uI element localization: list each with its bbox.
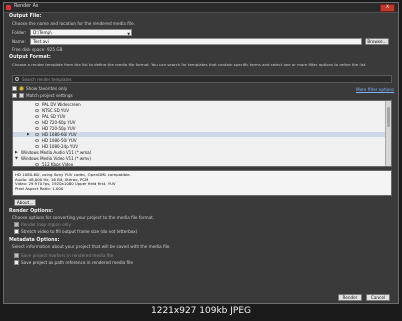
save-path-checkbox[interactable] bbox=[14, 260, 19, 265]
show-favorites-checkbox[interactable] bbox=[12, 86, 17, 91]
chevron-down-icon: ▼ bbox=[127, 32, 130, 36]
image-caption-bar: 1221x927 109kb JPEG bbox=[0, 304, 402, 321]
close-button[interactable]: X bbox=[380, 4, 395, 12]
favorite-star-icon[interactable] bbox=[35, 114, 39, 119]
template-row[interactable]: HD 1080-24p YUV bbox=[13, 144, 391, 149]
template-row[interactable]: HD 720-50p YUV bbox=[13, 126, 391, 131]
browse-button[interactable]: Browse... bbox=[365, 38, 389, 45]
favorite-star-icon[interactable] bbox=[35, 162, 39, 166]
search-icon bbox=[15, 77, 19, 81]
screenshot-frame: Render As X Output File: Choose the name… bbox=[0, 0, 402, 321]
favorite-star-icon[interactable] bbox=[35, 120, 39, 125]
output-format-heading: Output Format: bbox=[9, 55, 51, 60]
output-format-description: Choose a render template from the list t… bbox=[12, 62, 367, 67]
free-disk-space: Free disk space: 925 GB bbox=[12, 47, 63, 52]
metadata-options-description: Select information about your project th… bbox=[12, 244, 171, 249]
favorite-star-icon[interactable] bbox=[35, 144, 39, 149]
more-filter-options-link[interactable]: More filter options bbox=[356, 87, 394, 92]
template-list-scrollbar[interactable] bbox=[385, 101, 391, 166]
template-row-selected[interactable]: ▶ HD 1080-60i YUV bbox=[13, 132, 391, 137]
folder-value: D:\Temp\ bbox=[33, 30, 52, 35]
favorite-star-icon[interactable] bbox=[35, 138, 39, 143]
template-row[interactable]: PAL DV Widescreen bbox=[13, 102, 391, 107]
stretch-video-label: Stretch video to fill output frame size … bbox=[21, 229, 138, 234]
template-row[interactable]: PAL SD YUV bbox=[13, 114, 391, 119]
render-button[interactable]: Render bbox=[338, 294, 362, 301]
template-row[interactable]: HD 720-60p YUV bbox=[13, 120, 391, 125]
output-file-heading: Output File: bbox=[9, 14, 42, 19]
template-row[interactable]: NTSC SD YUV bbox=[13, 108, 391, 113]
template-group-row[interactable]: ▼ Windows Media Video V11 (*.wmv) bbox=[13, 156, 391, 161]
favorite-star-icon bbox=[19, 86, 24, 91]
template-row[interactable]: HD 1080-50i YUV bbox=[13, 138, 391, 143]
output-file-description: Choose the name and location for the ren… bbox=[12, 21, 136, 26]
image-caption: 1221x927 109kb JPEG bbox=[151, 306, 251, 316]
template-list[interactable]: PAL DV Widescreen NTSC SD YUV PAL SD YUV… bbox=[12, 100, 392, 167]
window-title: Render As bbox=[14, 4, 39, 9]
title-bar: Render As X bbox=[4, 3, 398, 13]
about-button[interactable]: About... bbox=[14, 199, 36, 206]
name-label: Name: bbox=[12, 39, 26, 44]
expand-arrow-icon[interactable]: ▶ bbox=[15, 150, 18, 155]
stretch-video-checkbox[interactable] bbox=[14, 229, 19, 234]
favorite-star-icon[interactable] bbox=[35, 108, 39, 113]
info-line: Pixel Aspect Ratio: 1.000 bbox=[15, 185, 64, 191]
template-group-row[interactable]: ▶ Windows Media Audio V11 (*.wma) bbox=[13, 150, 391, 155]
file-name-input[interactable]: Test.avi bbox=[30, 38, 362, 45]
favorite-star-icon[interactable] bbox=[35, 102, 39, 107]
collapse-arrow-icon[interactable]: ▼ bbox=[15, 156, 18, 161]
cancel-button[interactable]: Cancel bbox=[366, 294, 390, 301]
project-settings-icon bbox=[19, 93, 24, 98]
show-favorites-label: Show favorites only bbox=[26, 86, 68, 91]
search-placeholder: Search render templates bbox=[22, 76, 72, 82]
template-row[interactable]: 512 Kbps Video bbox=[13, 162, 391, 166]
folder-label: Folder: bbox=[12, 30, 27, 35]
folder-combo[interactable]: D:\Temp\ ▼ bbox=[30, 29, 132, 36]
loop-region-checkbox[interactable] bbox=[14, 222, 19, 227]
save-markers-label: Save project markers in rendered media f… bbox=[21, 253, 114, 258]
save-markers-checkbox[interactable] bbox=[14, 253, 19, 258]
favorite-star-icon[interactable] bbox=[35, 132, 39, 137]
save-path-label: Save project as path reference in render… bbox=[21, 260, 133, 265]
selected-arrow-icon: ▶ bbox=[27, 132, 30, 136]
match-project-checkbox[interactable] bbox=[12, 93, 17, 98]
template-info-panel: HD 1080-60i, using Sony YUV codec, OpenD… bbox=[12, 170, 392, 196]
app-icon bbox=[6, 5, 11, 10]
match-project-label: Match project settings bbox=[26, 93, 73, 98]
loop-region-label: Render loop region only bbox=[21, 222, 71, 227]
favorite-star-icon[interactable] bbox=[35, 126, 39, 131]
render-as-dialog: Render As X Output File: Choose the name… bbox=[3, 2, 399, 304]
template-search-box[interactable]: Search render templates bbox=[12, 75, 392, 83]
scrollbar-thumb[interactable] bbox=[386, 107, 391, 127]
render-options-description: Choose options for converting your proje… bbox=[12, 215, 155, 220]
